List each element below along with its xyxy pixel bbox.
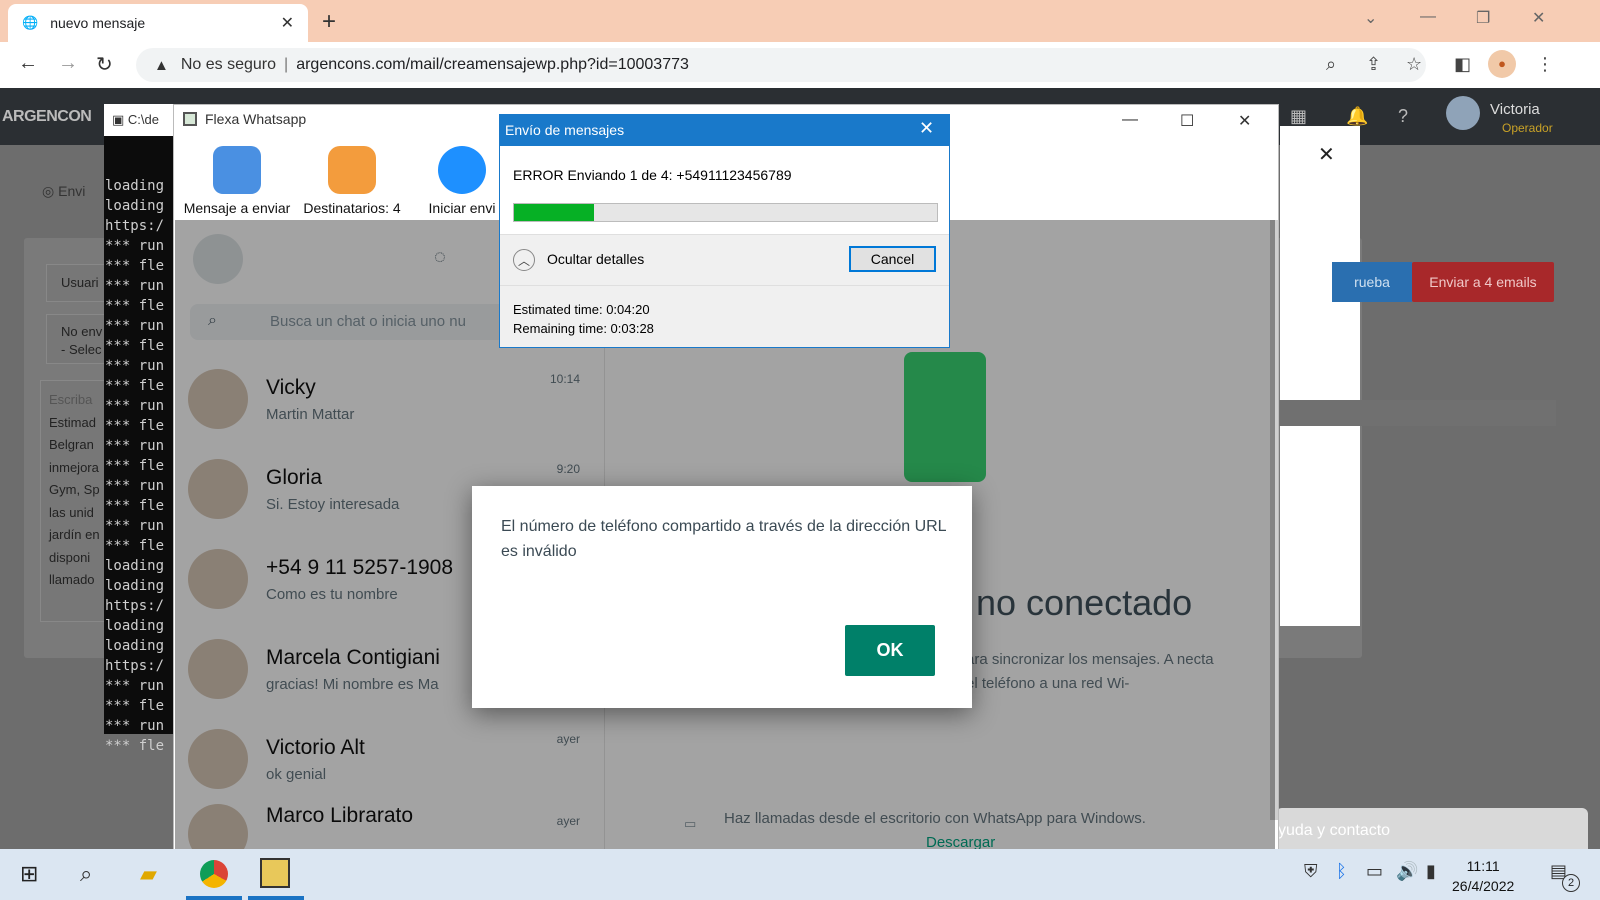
chevron-up-icon[interactable]: ︿ xyxy=(513,249,535,271)
send-emails-button[interactable]: Enviar a 4 emails xyxy=(1412,262,1554,302)
ok-button[interactable]: OK xyxy=(845,625,935,676)
new-tab-button[interactable]: + xyxy=(322,8,336,36)
volume-icon[interactable]: 🔊 xyxy=(1396,861,1418,882)
taskbar xyxy=(0,849,1600,900)
calendar-icon[interactable]: ▦ xyxy=(1290,106,1307,127)
bluetooth-icon[interactable]: ᛒ xyxy=(1336,861,1347,882)
console-title: ▣ C:\de xyxy=(104,104,184,136)
tab-title: nuevo mensaje xyxy=(50,15,146,31)
message-to-send-button[interactable]: Mensaje a enviar xyxy=(177,146,297,216)
chrome-icon[interactable] xyxy=(200,860,228,888)
flexa-taskbar-icon[interactable] xyxy=(260,858,290,888)
play-icon xyxy=(438,146,486,194)
back-icon[interactable]: ← xyxy=(18,52,38,75)
console-icon: ▣ xyxy=(112,112,128,127)
user-avatar[interactable] xyxy=(1446,96,1480,130)
flexa-title-bar: Flexa Whatsapp xyxy=(183,111,306,127)
toggle-details-label[interactable]: Ocultar detalles xyxy=(547,251,644,267)
battery-icon[interactable]: ▮ xyxy=(1426,861,1436,882)
search-taskbar-icon[interactable]: ⌕ xyxy=(80,861,92,887)
sidebar-icon[interactable]: ◧ xyxy=(1454,54,1471,75)
flexa-active-indicator xyxy=(248,896,304,900)
user-name[interactable]: Victoria xyxy=(1490,101,1540,118)
flexa-maximize[interactable]: ☐ xyxy=(1180,111,1194,131)
globe-icon: 🌐 xyxy=(22,15,39,30)
remaining-time: Remaining time: 0:03:28 xyxy=(513,321,654,336)
user-role: Operador xyxy=(1502,121,1553,135)
prueba-button[interactable]: rueba xyxy=(1332,262,1412,302)
close-tab-icon[interactable]: ✕ xyxy=(281,13,294,33)
envia-label: ◎ Envi xyxy=(42,183,86,199)
windows-start-icon[interactable]: ⊞ xyxy=(20,861,38,887)
error-message: ERROR Enviando 1 de 4: +54911123456789 xyxy=(513,167,792,183)
help-icon[interactable]: ? xyxy=(1398,106,1408,127)
divider xyxy=(500,234,949,235)
site-logo: ARGENCON xyxy=(2,108,92,125)
close-window-button[interactable]: ✕ xyxy=(1532,8,1545,28)
security-label: No es seguro xyxy=(180,56,277,73)
progress-close-icon[interactable]: ✕ xyxy=(919,118,934,139)
restore-button[interactable]: ❐ xyxy=(1476,8,1490,28)
address-bar[interactable]: ▲ No es seguro | argencons.com/mail/crea… xyxy=(136,48,1426,82)
flexa-close[interactable]: ✕ xyxy=(1238,111,1251,131)
url-separator: | xyxy=(284,56,289,73)
star-icon[interactable]: ☆ xyxy=(1406,54,1422,75)
site-modal xyxy=(1280,126,1360,626)
time-info: Estimated time: 0:04:20 Remaining time: … xyxy=(513,300,654,338)
progress-fill xyxy=(514,204,595,221)
progress-bar xyxy=(513,203,938,222)
console-output: loading loading https:/*** run *** fle *** r… xyxy=(105,178,165,754)
flexa-minimize[interactable]: — xyxy=(1122,111,1138,129)
file-explorer-icon[interactable]: ▰ xyxy=(140,861,157,887)
notification-count-badge: 2 xyxy=(1562,874,1580,892)
alert-message: El número de teléfono compartido a travé… xyxy=(501,518,946,560)
start-send-button[interactable]: Iniciar envi xyxy=(424,146,500,216)
bell-icon[interactable]: 🔔 xyxy=(1346,106,1368,127)
profile-icon[interactable]: ● xyxy=(1488,50,1516,78)
modal-close-icon[interactable]: ✕ xyxy=(1318,142,1335,167)
help-contact-bar[interactable]: yuda y contacto xyxy=(1276,808,1588,850)
progress-dialog-title: Envío de mensajes xyxy=(500,115,949,146)
reload-icon[interactable]: ↻ xyxy=(96,52,113,77)
clock-date: 26/4/2022 xyxy=(1452,878,1515,894)
recipients-button[interactable]: Destinatarios: 4 xyxy=(298,146,406,216)
chrome-active-indicator xyxy=(186,896,242,900)
security-shield-icon[interactable]: ⛨ xyxy=(1304,861,1318,882)
zoom-icon[interactable]: ⌕ xyxy=(1326,54,1336,75)
people-icon xyxy=(328,146,376,194)
menu-icon[interactable]: ⋮ xyxy=(1536,54,1554,75)
chat-bubble-icon xyxy=(213,146,261,194)
app-icon xyxy=(183,112,197,126)
clock-time: 11:11 xyxy=(1466,858,1500,874)
network-icon[interactable]: ▭ xyxy=(1366,861,1383,882)
site-row xyxy=(1276,400,1556,426)
taskbar-clock[interactable]: 11:11 26/4/2022 xyxy=(1452,856,1514,896)
browser-tab[interactable]: 🌐 nuevo mensaje ✕ xyxy=(8,4,308,42)
minimize-button[interactable]: — xyxy=(1420,8,1436,26)
whatsapp-icon: ◎ xyxy=(42,183,59,199)
cancel-button[interactable]: Cancel xyxy=(849,246,936,272)
divider xyxy=(500,285,949,286)
forward-icon[interactable]: → xyxy=(58,52,78,75)
estimated-time: Estimated time: 0:04:20 xyxy=(513,302,650,317)
url-text: argencons.com/mail/creamensajewp.php?id=… xyxy=(296,56,689,73)
share-icon[interactable]: ⇪ xyxy=(1366,54,1381,75)
warning-icon: ▲ xyxy=(154,56,169,74)
tab-search-icon[interactable]: ⌄ xyxy=(1364,8,1377,28)
